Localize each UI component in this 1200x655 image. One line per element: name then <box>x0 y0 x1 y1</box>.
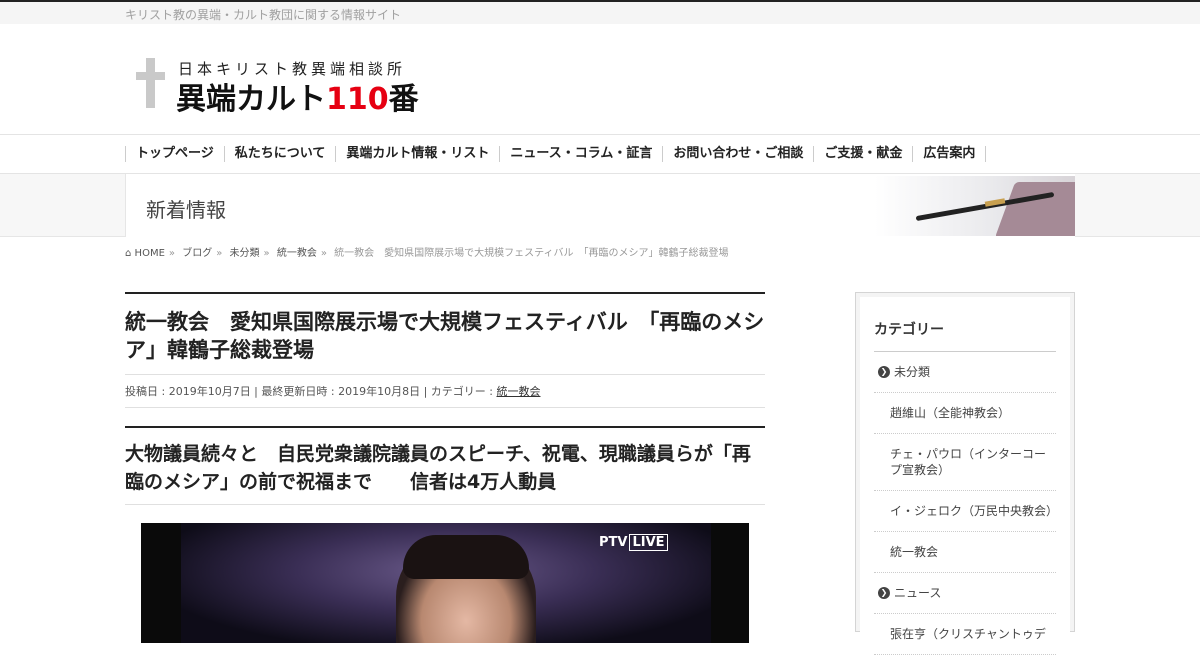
breadcrumb-current: 統一教会 愛知県国際展示場で大規模フェスティバル 「再臨のメシア」韓鶴子総裁登場 <box>334 248 729 259</box>
pen-notebook-image <box>875 176 1075 236</box>
nav-item-ads[interactable]: 広告案内 <box>912 146 987 162</box>
page-title: 新着情報 <box>146 198 226 222</box>
category-item[interactable]: イ・ジェロク（万民中央教会） <box>874 491 1058 532</box>
breadcrumb-uncategorized[interactable]: 未分類 <box>230 248 260 259</box>
sidebar: カテゴリー ❯ 未分類 趙維山（全能神教会） チェ・パウロ（インターコープ宣教会）… <box>855 292 1075 655</box>
nav-item-about[interactable]: 私たちについて <box>223 146 336 162</box>
nav-item-cult-list[interactable]: 異端カルト情報・リスト <box>335 146 499 162</box>
category-item[interactable]: 趙維山（全能神教会） <box>874 393 1056 434</box>
logo-number: 110 <box>326 82 389 117</box>
video-frame[interactable]: PTV LIVE <box>141 523 749 643</box>
nav-item-top[interactable]: トップページ <box>125 146 224 162</box>
chevron-right-icon: ❯ <box>878 587 890 599</box>
post-meta: 投稿日 : 2019年10月7日 | 最終更新日時 : 2019年10月8日 |… <box>125 375 765 408</box>
site-tagline: キリスト教の異端・カルト教団に関する情報サイト <box>125 8 402 22</box>
tv-live-logo: PTV LIVE <box>599 534 668 551</box>
post-title: 統一教会 愛知県国際展示場で大規模フェスティバル 「再臨のメシア」韓鶴子総裁登場 <box>125 292 765 375</box>
post-category-link[interactable]: 統一教会 <box>496 385 540 398</box>
site-logo[interactable]: 日本キリスト教異端相談所 異端カルト110番 <box>136 58 436 118</box>
home-icon: ⌂ <box>125 248 132 259</box>
top-bar: キリスト教の異端・カルト教団に関する情報サイト <box>0 0 1200 24</box>
category-item[interactable]: 張在亨（クリスチャントゥデ <box>874 614 1056 655</box>
nav-item-donation[interactable]: ご支援・献金 <box>813 146 912 162</box>
cross-icon <box>146 58 155 108</box>
category-item[interactable]: 統一教会 <box>874 532 1056 573</box>
category-item[interactable]: チェ・パウロ（インターコープ宣教会） <box>874 434 1056 491</box>
nav-item-news[interactable]: ニュース・コラム・証言 <box>499 146 662 162</box>
logo-title: 異端カルト110番 <box>176 82 419 117</box>
post-subheading: 大物議員続々と 自民党衆議院議員のスピーチ、祝電、現職議員らが「再臨のメシア」の… <box>125 426 765 505</box>
site-header: 日本キリスト教異端相談所 異端カルト110番 <box>0 24 1200 134</box>
category-item[interactable]: ❯ ニュース <box>874 573 1056 614</box>
nav-item-contact[interactable]: お問い合わせ・ご相談 <box>662 146 813 162</box>
breadcrumb: ⌂ HOME» ブログ» 未分類» 統一教会» 統一教会 愛知県国際展示場で大規… <box>125 248 729 259</box>
main-nav: トップページ 私たちについて 異端カルト情報・リスト ニュース・コラム・証言 お… <box>0 134 1200 174</box>
breadcrumb-home[interactable]: HOME <box>135 248 165 259</box>
chevron-right-icon: ❯ <box>878 366 890 378</box>
article: 統一教会 愛知県国際展示場で大規模フェスティバル 「再臨のメシア」韓鶴子総裁登場… <box>125 292 765 643</box>
category-item[interactable]: ❯ 未分類 <box>874 352 1056 393</box>
page-heading-band: 新着情報 <box>0 174 1200 237</box>
breadcrumb-category[interactable]: 統一教会 <box>277 248 317 259</box>
category-list: ❯ 未分類 趙維山（全能神教会） チェ・パウロ（インターコープ宣教会） イ・ジェロ… <box>874 352 1058 655</box>
breadcrumb-blog[interactable]: ブログ <box>182 248 212 259</box>
sidebar-title: カテゴリー <box>874 297 1056 352</box>
